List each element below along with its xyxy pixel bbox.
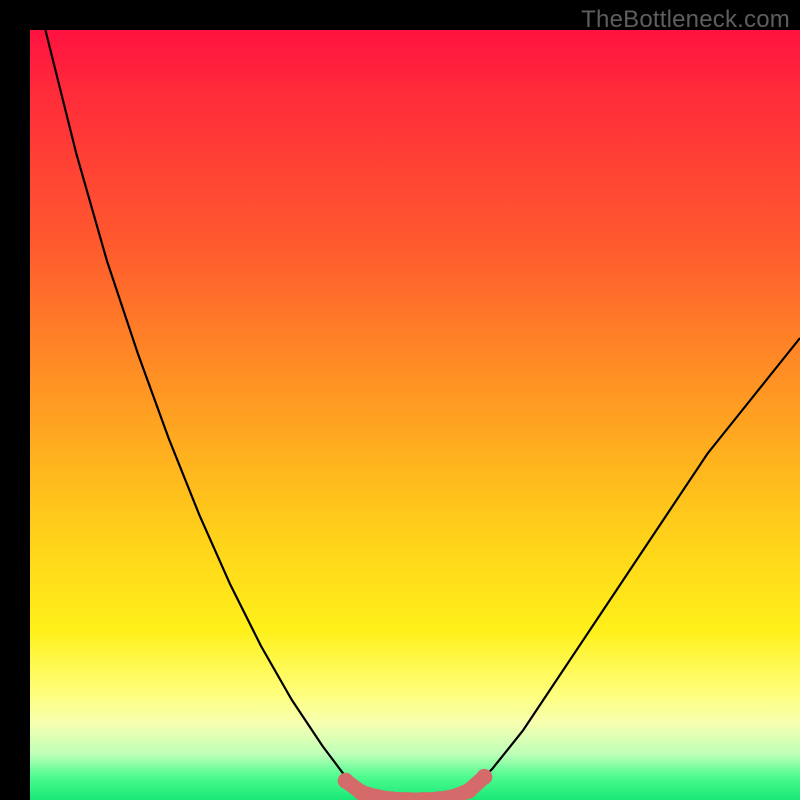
valley-highlight-dot xyxy=(476,769,492,785)
curve-left-branch xyxy=(45,30,361,792)
valley-highlight-dot xyxy=(338,773,354,789)
curve-right-branch xyxy=(469,338,800,792)
valley-highlight-dot xyxy=(461,783,477,799)
watermark-text: TheBottleneck.com xyxy=(581,6,790,34)
curve-layer xyxy=(30,30,800,800)
valley-highlight-dot xyxy=(353,784,369,800)
plot-area xyxy=(30,30,800,800)
chart-frame: TheBottleneck.com xyxy=(0,0,800,800)
